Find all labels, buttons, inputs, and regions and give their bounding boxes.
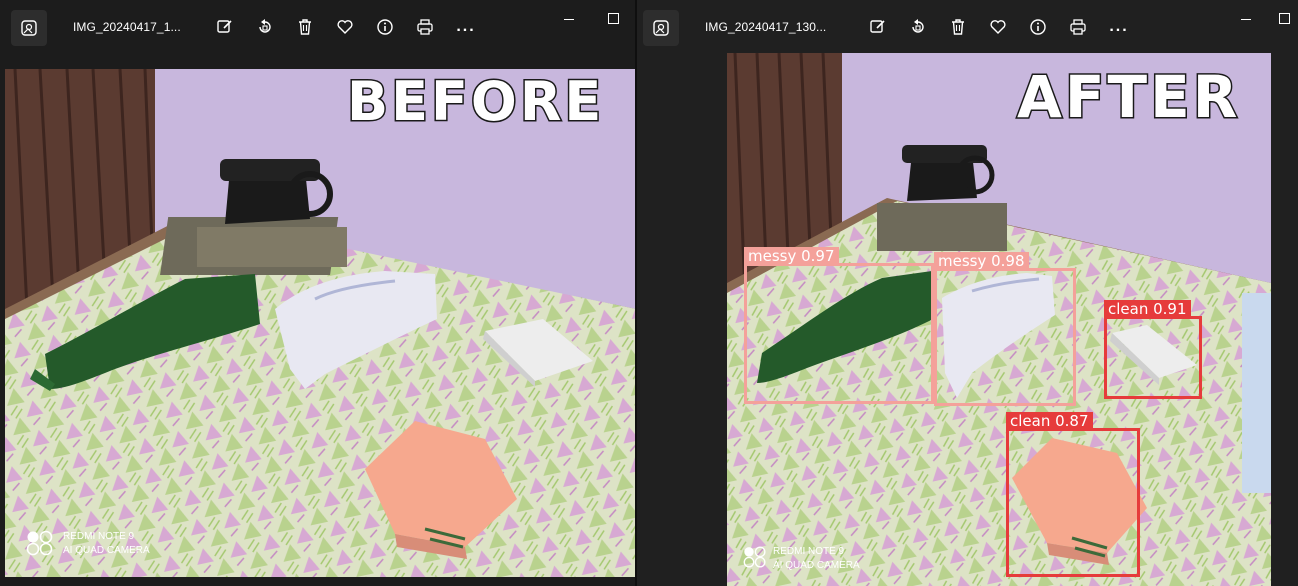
watermark-line2: AI QUAD CAMERA xyxy=(63,545,150,556)
more-icon[interactable]: ... xyxy=(452,16,480,38)
before-photo xyxy=(5,69,635,577)
file-name: IMG_20240417_1... xyxy=(73,20,181,34)
detection-box-clean-2: clean 0.87 xyxy=(1006,412,1140,577)
camera-watermark-logo xyxy=(743,545,767,574)
print-icon[interactable] xyxy=(1067,16,1089,38)
minimize-button[interactable] xyxy=(1240,12,1254,26)
file-name: IMG_20240417_130... xyxy=(705,20,827,34)
rotate-icon[interactable] xyxy=(907,16,929,38)
camera-watermark-logo xyxy=(26,530,54,561)
detection-box-messy-2: messy 0.98 xyxy=(934,252,1076,406)
photos-app-icon xyxy=(11,10,47,46)
edit-icon[interactable] xyxy=(214,16,236,38)
delete-icon[interactable] xyxy=(947,16,969,38)
favorite-icon[interactable] xyxy=(334,16,356,38)
maximize-button[interactable] xyxy=(1278,12,1292,26)
detection-label: messy 0.98 xyxy=(934,252,1029,271)
more-icon[interactable]: ... xyxy=(1105,16,1133,38)
camera-watermark: REDMI NOTE 9 AI QUAD CAMERA xyxy=(63,530,150,558)
watermark-line2: AI QUAD CAMERA xyxy=(773,560,860,571)
print-icon[interactable] xyxy=(414,16,436,38)
edit-icon[interactable] xyxy=(867,16,889,38)
watermark-line1: REDMI NOTE 9 xyxy=(63,531,135,542)
before-banner: BEFORE xyxy=(345,69,605,135)
info-icon[interactable] xyxy=(1027,16,1049,38)
delete-icon[interactable] xyxy=(294,16,316,38)
photos-app-icon xyxy=(643,10,679,46)
after-banner: AFTER xyxy=(1015,62,1241,133)
maximize-button[interactable] xyxy=(607,12,621,26)
minimize-button[interactable] xyxy=(563,12,577,26)
detection-label: messy 0.97 xyxy=(744,247,839,266)
favorite-icon[interactable] xyxy=(987,16,1009,38)
detection-box-clean-1: clean 0.91 xyxy=(1104,300,1202,399)
detection-label: clean 0.87 xyxy=(1006,412,1093,431)
photos-window-after: IMG_20240417_130... ... AFTER messy 0.97… xyxy=(637,0,1298,586)
detection-label: clean 0.91 xyxy=(1104,300,1191,319)
detection-box-messy-1: messy 0.97 xyxy=(744,247,934,404)
camera-watermark: REDMI NOTE 9 AI QUAD CAMERA xyxy=(773,545,860,573)
photos-window-before: IMG_20240417_1... ... BEFORE REDMI NOTE … xyxy=(0,0,635,586)
info-icon[interactable] xyxy=(374,16,396,38)
rotate-icon[interactable] xyxy=(254,16,276,38)
watermark-line1: REDMI NOTE 9 xyxy=(773,546,845,557)
